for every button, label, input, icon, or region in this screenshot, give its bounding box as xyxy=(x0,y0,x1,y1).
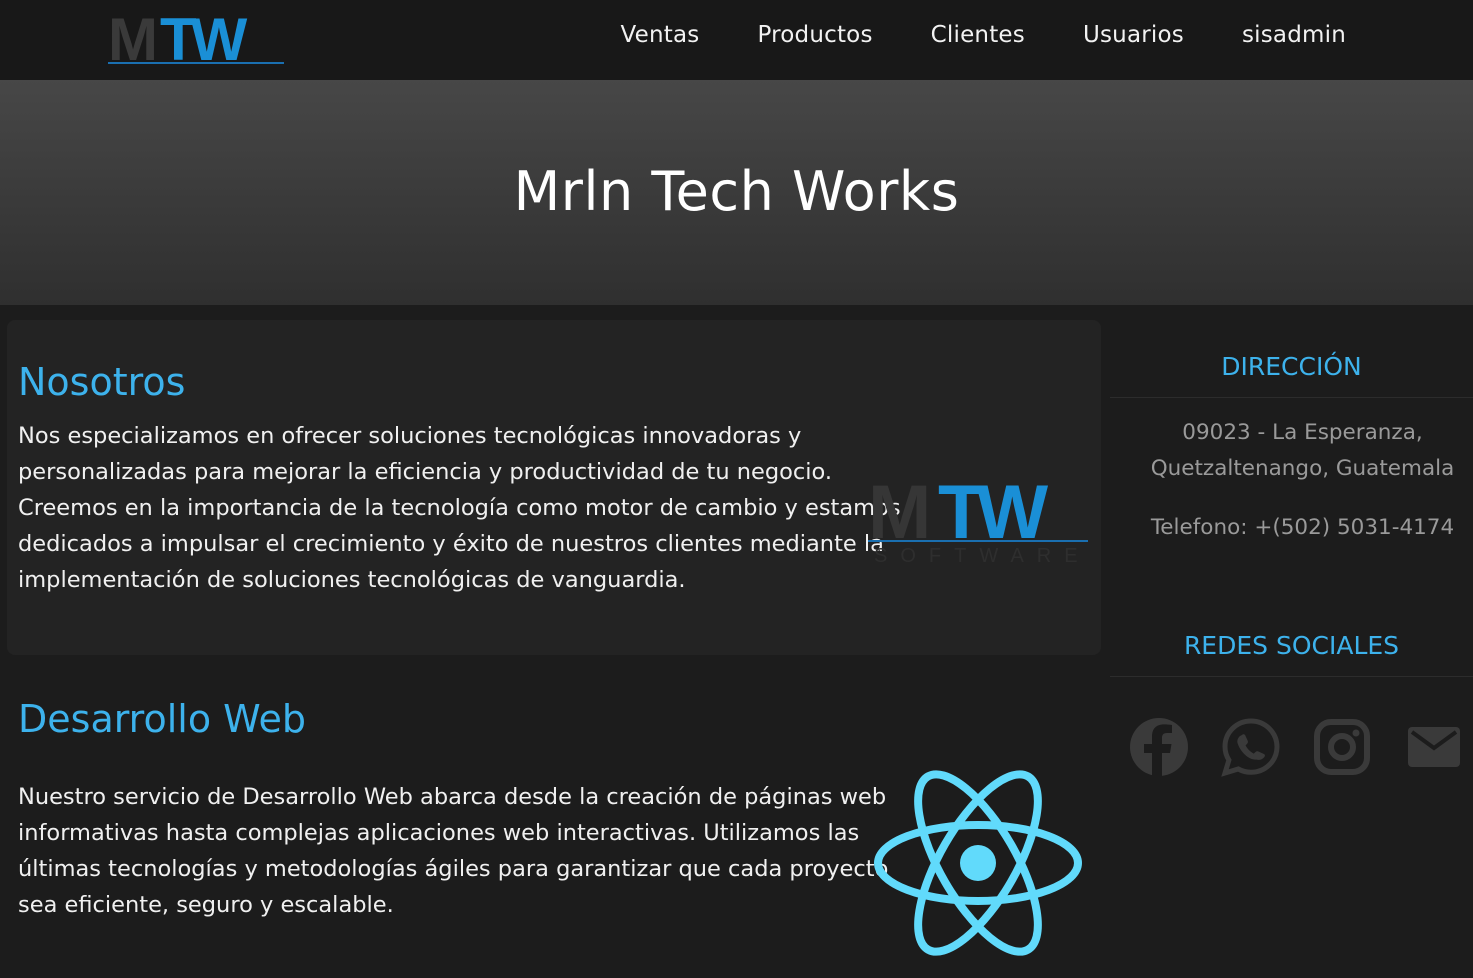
mtw-software-logo: M TW SOFTWARE xyxy=(868,470,1088,565)
nosotros-title: Nosotros xyxy=(18,360,186,404)
nosotros-text-line: Creemos en la importancia de la tecnolog… xyxy=(18,495,901,521)
mtw-logo[interactable]: M TW xyxy=(108,8,284,66)
mail-icon[interactable] xyxy=(1402,715,1466,779)
facebook-icon[interactable] xyxy=(1127,715,1191,779)
desarrollo-text-line: últimas tecnologías y metodologías ágile… xyxy=(18,856,889,882)
divider xyxy=(1110,676,1473,677)
address-line: Quetzaltenango, Guatemala xyxy=(1150,456,1455,481)
hero-title: Mrln Tech Works xyxy=(513,160,960,223)
nosotros-text-line: Nos especializamos en ofrecer soluciones… xyxy=(18,423,802,449)
nav-link-productos[interactable]: Productos xyxy=(757,22,872,48)
redes-heading: REDES SOCIALES xyxy=(1183,631,1400,660)
address-line: 09023 - La Esperanza, xyxy=(1182,420,1423,445)
instagram-icon[interactable] xyxy=(1310,715,1374,779)
nav-link-usuarios[interactable]: Usuarios xyxy=(1083,22,1184,48)
svg-text:M: M xyxy=(108,8,154,66)
nav-link-sisadmin[interactable]: sisadmin xyxy=(1242,22,1346,48)
desarrollo-text-line: informativas hasta complejas aplicacione… xyxy=(18,820,860,846)
phone-text: Telefono: +(502) 5031-4174 xyxy=(1150,515,1455,540)
desarrollo-text-line: Nuestro servicio de Desarrollo Web abarc… xyxy=(18,784,887,810)
nosotros-text-line: personalizadas para mejorar la eficienci… xyxy=(18,459,833,485)
react-icon xyxy=(874,770,1082,956)
svg-text:TW: TW xyxy=(160,8,248,66)
divider xyxy=(1110,397,1473,398)
svg-text:SOFTWARE: SOFTWARE xyxy=(874,545,1088,565)
svg-text:M: M xyxy=(868,470,927,555)
desarrollo-text-line: sea eficiente, seguro y escalable. xyxy=(18,892,394,918)
direccion-heading: DIRECCIÓN xyxy=(1221,352,1362,381)
nosotros-text-line: dedicados a impulsar el crecimiento y éx… xyxy=(18,531,884,557)
nav-links: Ventas Productos Clientes Usuarios sisad… xyxy=(562,0,1346,70)
svg-text:TW: TW xyxy=(938,470,1048,555)
desarrollo-title: Desarrollo Web xyxy=(18,697,307,741)
nosotros-text-line: implementación de soluciones tecnológica… xyxy=(18,567,686,593)
whatsapp-icon[interactable] xyxy=(1219,715,1283,779)
nav-link-ventas[interactable]: Ventas xyxy=(620,22,699,48)
nav-link-clientes[interactable]: Clientes xyxy=(931,22,1025,48)
hero-banner: Mrln Tech Works xyxy=(0,80,1473,305)
navbar: M TW Ventas Productos Clientes Usuarios … xyxy=(0,0,1473,80)
